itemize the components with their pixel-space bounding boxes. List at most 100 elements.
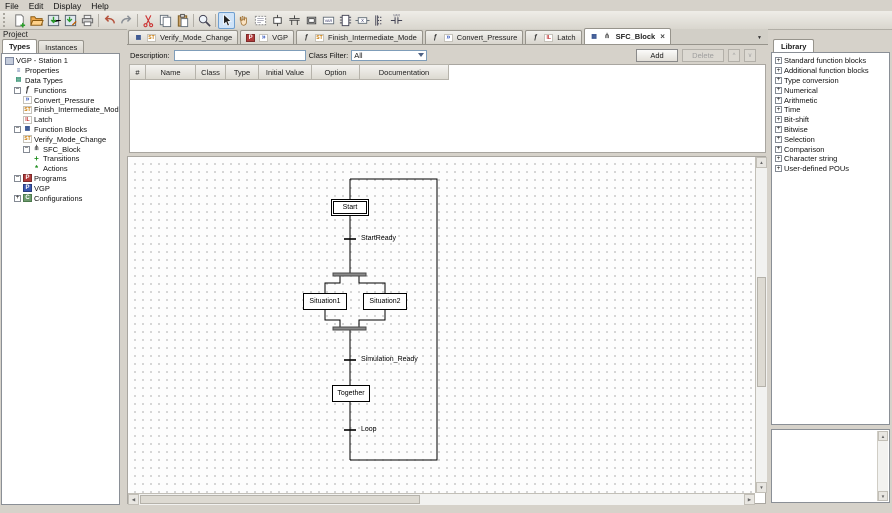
- collapse-icon[interactable]: −: [14, 87, 21, 94]
- step-button[interactable]: [269, 12, 286, 29]
- delete-button[interactable]: Delete: [682, 49, 724, 62]
- expand-icon[interactable]: +: [775, 97, 782, 104]
- connection-button[interactable]: X: [354, 12, 371, 29]
- divergence-button[interactable]: [286, 12, 303, 29]
- library-item-character-string[interactable]: +Character string: [772, 154, 889, 164]
- project-tab-types[interactable]: Types: [2, 39, 37, 53]
- sfc-canvas[interactable]: Start Situation1 Situation2 Together StartRe…: [128, 157, 755, 493]
- tree-item-sfc-block[interactable]: −⋔SFC_Block: [2, 144, 119, 154]
- move-up-button[interactable]: ^: [728, 49, 740, 62]
- motion-button[interactable]: [235, 12, 252, 29]
- search-button[interactable]: [196, 12, 213, 29]
- expand-icon[interactable]: +: [775, 67, 782, 74]
- add-button[interactable]: Add: [636, 49, 678, 62]
- sfc-step-situation1[interactable]: Situation1: [303, 293, 347, 310]
- move-down-button[interactable]: v: [744, 49, 756, 62]
- sfc-step-start[interactable]: Start: [331, 199, 369, 216]
- expand-icon[interactable]: +: [775, 146, 782, 153]
- library-item-comparison[interactable]: +Comparison: [772, 144, 889, 154]
- class-filter-select[interactable]: All: [351, 50, 427, 61]
- canvas-vertical-scrollbar[interactable]: ▲ ▼: [755, 157, 767, 493]
- close-icon[interactable]: ×: [660, 33, 665, 40]
- new-button[interactable]: [11, 12, 28, 29]
- expand-icon[interactable]: +: [775, 87, 782, 94]
- library-item-type-conversion[interactable]: +Type conversion: [772, 76, 889, 86]
- comment-button[interactable]: [252, 12, 269, 29]
- tree-item-function-blocks[interactable]: −▦Function Blocks: [2, 125, 119, 135]
- variable-button[interactable]: VAR: [320, 12, 337, 29]
- tree-item-actions[interactable]: *Actions: [2, 164, 119, 174]
- library-item-additional-function-blocks[interactable]: +Additional function blocks: [772, 66, 889, 76]
- tree-item-finish-intermediate-mode[interactable]: STFinish_Intermediate_Mode: [2, 105, 119, 115]
- tree-item-vgp[interactable]: PVGP: [2, 183, 119, 193]
- menu-edit[interactable]: Edit: [24, 0, 49, 11]
- tree-item-vgp-station-1[interactable]: VGP - Station 1: [2, 56, 119, 66]
- library-item-numerical[interactable]: +Numerical: [772, 85, 889, 95]
- power-rail-button[interactable]: [371, 12, 388, 29]
- initial-step-button[interactable]: [303, 12, 320, 29]
- save-button[interactable]: [45, 12, 62, 29]
- tree-item-programs[interactable]: −PPrograms: [2, 174, 119, 184]
- sfc-step-together[interactable]: Together: [332, 385, 370, 402]
- save-as-button[interactable]: [62, 12, 79, 29]
- sfc-transition-loop[interactable]: Loop: [361, 426, 377, 433]
- editor-tab-verify_mode_change[interactable]: ▦STVerify_Mode_Change: [128, 30, 238, 44]
- print-button[interactable]: [79, 12, 96, 29]
- collapse-icon[interactable]: −: [23, 146, 30, 153]
- menu-file[interactable]: File: [0, 0, 24, 11]
- collapse-icon[interactable]: −: [14, 175, 21, 182]
- tab-overflow-button[interactable]: ▼: [754, 33, 765, 43]
- horizontal-scroll-thumb[interactable]: [140, 495, 420, 504]
- redo-button[interactable]: [118, 12, 135, 29]
- undo-button[interactable]: [101, 12, 118, 29]
- scroll-left-icon[interactable]: ◀: [128, 494, 139, 505]
- editor-tab-sfc_block[interactable]: ▦⋔SFC_Block×: [584, 28, 671, 44]
- expand-icon[interactable]: +: [14, 195, 21, 202]
- sfc-step-situation2[interactable]: Situation2: [363, 293, 407, 310]
- sfc-transition-simulation_ready[interactable]: Simulation_Ready: [361, 356, 418, 363]
- collapse-icon[interactable]: −: [14, 126, 21, 133]
- expand-icon[interactable]: +: [775, 116, 782, 123]
- expand-icon[interactable]: +: [775, 106, 782, 113]
- expand-icon[interactable]: +: [775, 165, 782, 172]
- select-button[interactable]: [218, 12, 235, 29]
- scroll-down-icon[interactable]: ▼: [878, 491, 888, 501]
- library-item-standard-function-blocks[interactable]: +Standard function blocks: [772, 56, 889, 66]
- tree-item-convert-pressure[interactable]: »Convert_Pressure: [2, 95, 119, 105]
- library-item-selection[interactable]: +Selection: [772, 134, 889, 144]
- menu-help[interactable]: Help: [86, 0, 113, 11]
- toolbar-grip[interactable]: [3, 13, 9, 27]
- expand-icon[interactable]: +: [775, 155, 782, 162]
- tree-item-properties[interactable]: ≡Properties: [2, 66, 119, 76]
- library-desc-scrollbar[interactable]: ▲ ▼: [877, 431, 888, 501]
- tree-item-functions[interactable]: −ƒFunctions: [2, 85, 119, 95]
- description-input[interactable]: [174, 50, 306, 61]
- cut-button[interactable]: [140, 12, 157, 29]
- scroll-down-icon[interactable]: ▼: [756, 482, 767, 493]
- tree-item-transitions[interactable]: +Transitions: [2, 154, 119, 164]
- vertical-scroll-thumb[interactable]: [757, 277, 766, 387]
- tree-item-configurations[interactable]: +CConfigurations: [2, 193, 119, 203]
- expand-icon[interactable]: +: [775, 57, 782, 64]
- tree-item-latch[interactable]: ILLatch: [2, 115, 119, 125]
- editor-tab-finish_intermediate_mode[interactable]: ƒSTFinish_Intermediate_Mode: [296, 30, 423, 44]
- library-item-time[interactable]: +Time: [772, 105, 889, 115]
- editor-tab-convert_pressure[interactable]: ƒ»Convert_Pressure: [425, 30, 523, 44]
- editor-tab-vgp[interactable]: P»VGP: [240, 30, 294, 44]
- library-item-arithmetic[interactable]: +Arithmetic: [772, 95, 889, 105]
- editor-tab-latch[interactable]: ƒILLatch: [525, 30, 581, 44]
- tree-item-verify-mode-change[interactable]: STVerify_Mode_Change: [2, 134, 119, 144]
- menu-display[interactable]: Display: [48, 0, 86, 11]
- copy-button[interactable]: [157, 12, 174, 29]
- scroll-up-icon[interactable]: ▲: [878, 431, 888, 441]
- tree-item-data-types[interactable]: ▤Data Types: [2, 76, 119, 86]
- block-button[interactable]: [337, 12, 354, 29]
- canvas-horizontal-scrollbar[interactable]: ◀ ▶: [128, 493, 755, 505]
- expand-icon[interactable]: +: [775, 77, 782, 84]
- paste-button[interactable]: [174, 12, 191, 29]
- expand-icon[interactable]: +: [775, 136, 782, 143]
- scroll-up-icon[interactable]: ▲: [756, 157, 767, 168]
- sfc-transition-startready[interactable]: StartReady: [361, 235, 396, 242]
- contact-button[interactable]: VAR: [388, 12, 405, 29]
- scroll-right-icon[interactable]: ▶: [744, 494, 755, 505]
